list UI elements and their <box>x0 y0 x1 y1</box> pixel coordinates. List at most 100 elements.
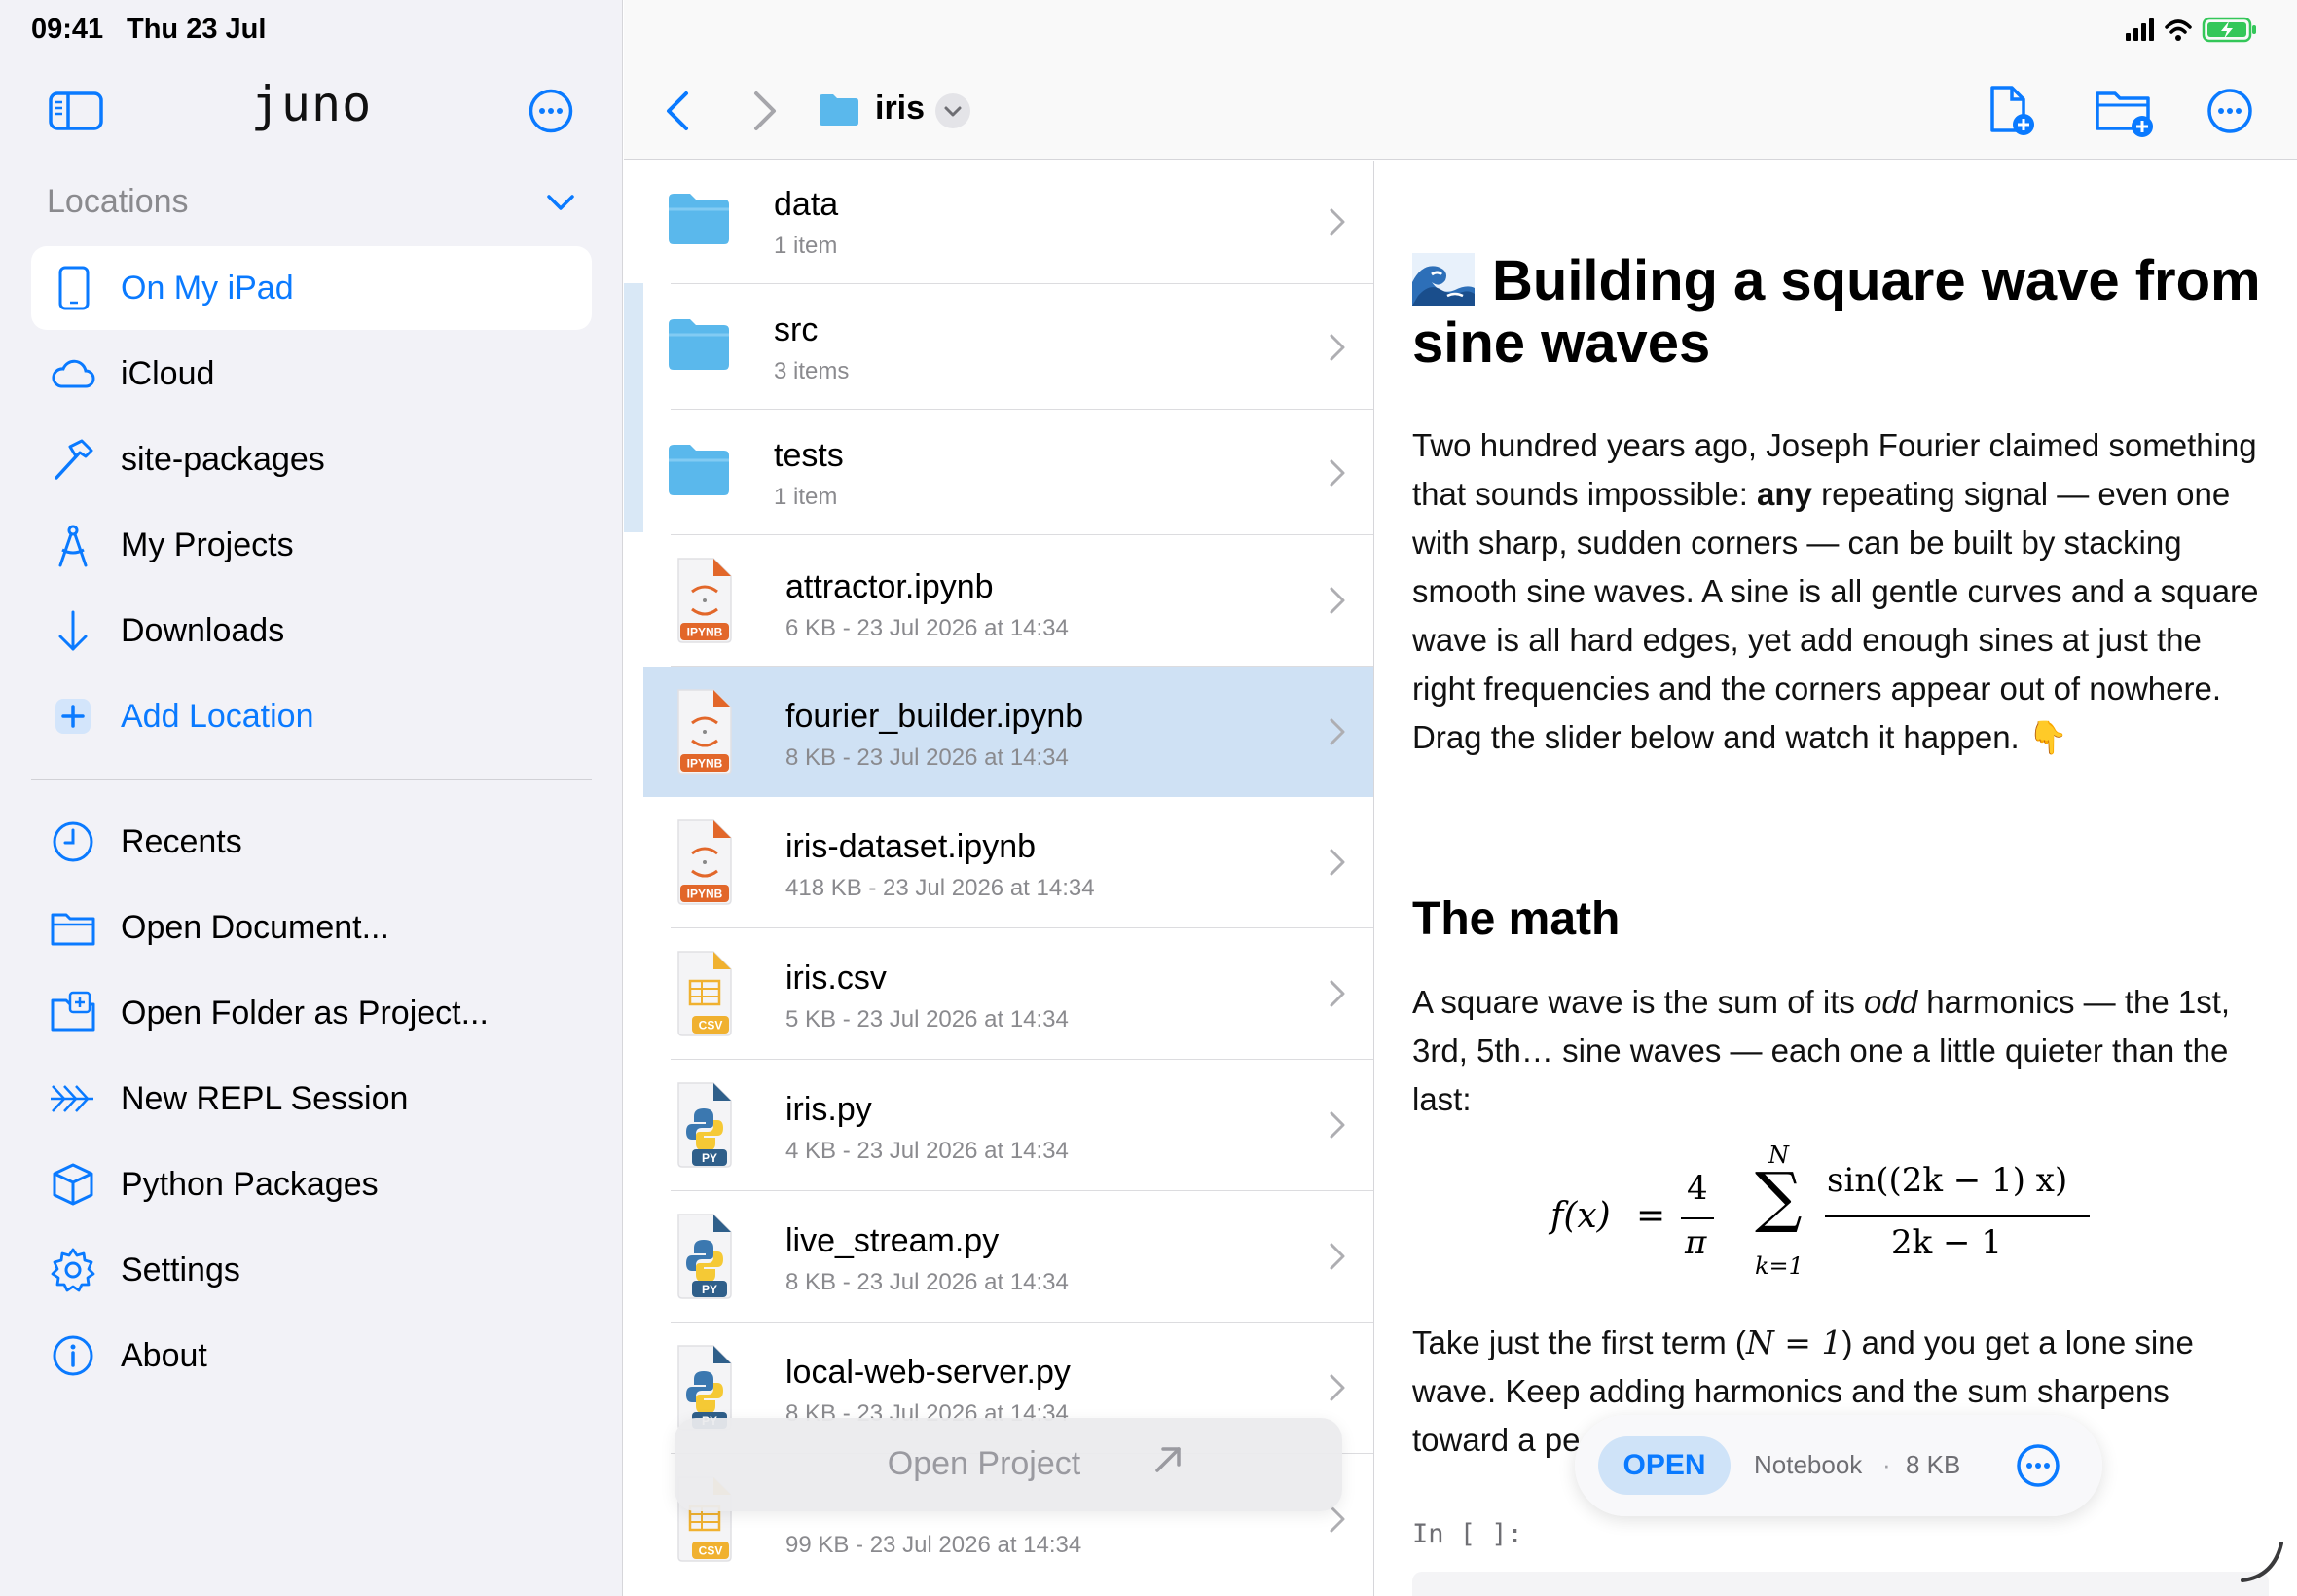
open-project-label: Open Project <box>887 1445 1081 1482</box>
file-action-bar: OPEN Notebook · 8 KB <box>1575 1415 2102 1516</box>
notebook-preview[interactable]: Building a square wave from sine waves T… <box>1375 161 2297 1596</box>
status-time: 09:41 <box>31 14 104 45</box>
sidebar-item-site-packages[interactable]: site-packages <box>31 417 592 501</box>
file-row-notebook[interactable]: IPYNB attractor.ipynb 6 KB - 23 Jul 2026… <box>643 535 1373 667</box>
file-kind: Notebook <box>1754 1450 1863 1479</box>
folder-menu-button[interactable] <box>935 93 970 128</box>
more-options-icon[interactable] <box>2015 1442 2061 1489</box>
sidebar-item-add-location[interactable]: Add Location <box>31 674 592 758</box>
notebook-file-icon: IPYNB <box>677 558 732 643</box>
sidebar: 09:41 Thu 23 Jul juno Locations On My iP… <box>0 0 623 1596</box>
open-project-button[interactable]: Open Project <box>675 1418 1342 1511</box>
sidebar-item-recents[interactable]: Recents <box>31 800 592 884</box>
bold-word: any <box>1757 476 1812 512</box>
selection-accent <box>624 283 643 532</box>
file-row-notebook[interactable]: IPYNB iris-dataset.ipynb 418 KB - 23 Jul… <box>643 797 1373 928</box>
sidebar-item-label: Open Document... <box>121 909 389 946</box>
more-options-icon[interactable] <box>529 89 573 133</box>
file-name: fourier_builder.ipynb <box>785 698 1084 735</box>
sidebar-item-my-projects[interactable]: My Projects <box>31 503 592 587</box>
file-row-python[interactable]: PY iris.py 4 KB - 23 Jul 2026 at 14:34 <box>643 1060 1373 1191</box>
notebook-title-text: Building a square wave from sine waves <box>1412 249 2261 375</box>
file-row-folder[interactable]: tests 1 item <box>643 410 1373 535</box>
chevron-down-icon[interactable] <box>545 191 576 214</box>
file-meta: 6 KB - 23 Jul 2026 at 14:34 <box>785 615 1069 641</box>
more-options-icon[interactable] <box>2206 88 2253 134</box>
app-title: juno <box>250 76 373 132</box>
file-meta: 99 KB - 23 Jul 2026 at 14:34 <box>785 1532 1082 1558</box>
file-list[interactable]: data 1 item src 3 items tests 1 item IPY… <box>624 161 1374 1596</box>
formula-frac-den: 2k − 1 <box>1891 1223 2002 1262</box>
file-meta: 418 KB - 23 Jul 2026 at 14:34 <box>785 875 1095 901</box>
file-meta: 1 item <box>774 233 838 259</box>
math-paragraph: A square wave is the sum of its odd harm… <box>1412 984 2231 1117</box>
new-folder-icon[interactable] <box>2094 84 2156 138</box>
folder-plus-icon <box>51 991 95 1032</box>
file-name: iris-dataset.ipynb <box>785 828 1037 865</box>
notebook-file-icon: IPYNB <box>677 689 732 775</box>
fourier-formula: f(x) = 4 π N ∑ k=1 sin((2k − 1) x) 2k − … <box>1550 1142 2232 1280</box>
sidebar-item-label: Settings <box>121 1251 240 1288</box>
file-row-python[interactable]: PY live_stream.py 8 KB - 23 Jul 2026 at … <box>643 1191 1373 1323</box>
file-row-folder[interactable]: data 1 item <box>643 161 1373 284</box>
file-badge: IPYNB <box>687 757 723 771</box>
sidebar-item-open-folder-project[interactable]: Open Folder as Project... <box>31 971 592 1055</box>
sidebar-item-python-packages[interactable]: Python Packages <box>31 1143 592 1226</box>
package-icon <box>53 1163 93 1206</box>
sidebar-toggle-icon[interactable] <box>49 91 103 130</box>
file-name: data <box>774 186 839 223</box>
folder-icon <box>669 445 729 495</box>
sidebar-item-label: On My iPad <box>121 270 294 307</box>
chevron-right-icon <box>1330 334 1345 361</box>
open-button[interactable]: OPEN <box>1598 1436 1731 1495</box>
formula-lhs: f(x) <box>1550 1196 1611 1236</box>
sidebar-item-label: site-packages <box>121 441 325 478</box>
gear-icon <box>51 1248 95 1292</box>
file-name: live_stream.py <box>785 1222 1000 1259</box>
file-badge: IPYNB <box>687 888 723 901</box>
status-date: Thu 23 Jul <box>127 14 267 45</box>
inline-math: N = 1 <box>1745 1324 1842 1361</box>
folder-icon <box>669 319 729 370</box>
sidebar-item-downloads[interactable]: Downloads <box>31 589 592 672</box>
folder-icon <box>820 94 858 126</box>
chevron-right-icon <box>1330 1505 1345 1533</box>
file-row-notebook-selected[interactable]: IPYNB fourier_builder.ipynb 8 KB - 23 Ju… <box>643 667 1373 797</box>
sidebar-item-on-my-ipad[interactable]: On My iPad <box>31 246 592 330</box>
sidebar-item-open-document[interactable]: Open Document... <box>31 886 592 969</box>
locations-header[interactable]: Locations <box>47 183 189 221</box>
sidebar-item-label: Open Folder as Project... <box>121 995 489 1032</box>
resize-handle-icon[interactable] <box>2239 1538 2287 1586</box>
sidebar-item-settings[interactable]: Settings <box>31 1228 592 1312</box>
battery-icon <box>2202 17 2256 43</box>
separator-dot: · <box>1882 1450 1891 1479</box>
chevron-right-icon <box>1330 1374 1345 1401</box>
formula-frac-num: sin((2k − 1) x) <box>1827 1161 2068 1200</box>
hammer-icon <box>55 439 93 480</box>
formula-coef-num: 4 <box>1687 1169 1708 1208</box>
sidebar-item-label: My Projects <box>121 526 294 563</box>
new-file-icon[interactable] <box>1985 84 2039 138</box>
formula-equals: = <box>1636 1196 1666 1236</box>
sidebar-item-about[interactable]: About <box>31 1314 592 1397</box>
folder-icon <box>669 194 729 244</box>
code-cell[interactable] <box>1412 1572 2269 1596</box>
formula-sum-symbol: ∑ <box>1755 1159 1803 1236</box>
formula-coef-den: π <box>1685 1223 1707 1262</box>
forward-chevron-icon[interactable] <box>750 90 780 132</box>
sidebar-item-icloud[interactable]: iCloud <box>31 332 592 416</box>
arrow-up-right-icon <box>1155 1447 1181 1472</box>
current-folder-title[interactable]: iris <box>875 90 925 127</box>
sidebar-item-label: iCloud <box>121 355 215 392</box>
file-badge: CSV <box>699 1544 723 1558</box>
math-heading: The math <box>1412 893 1621 945</box>
compass-icon <box>58 525 88 567</box>
file-badge: CSV <box>699 1019 723 1033</box>
file-row-folder[interactable]: src 3 items <box>643 284 1373 410</box>
sidebar-item-label: About <box>121 1337 207 1374</box>
sidebar-item-new-repl[interactable]: New REPL Session <box>31 1057 592 1141</box>
file-row-csv[interactable]: CSV iris.csv 5 KB - 23 Jul 2026 at 14:34 <box>643 928 1373 1060</box>
notebook-file-icon: IPYNB <box>677 819 732 905</box>
back-chevron-icon[interactable] <box>663 90 692 132</box>
file-size: 8 KB <box>1906 1450 1961 1479</box>
